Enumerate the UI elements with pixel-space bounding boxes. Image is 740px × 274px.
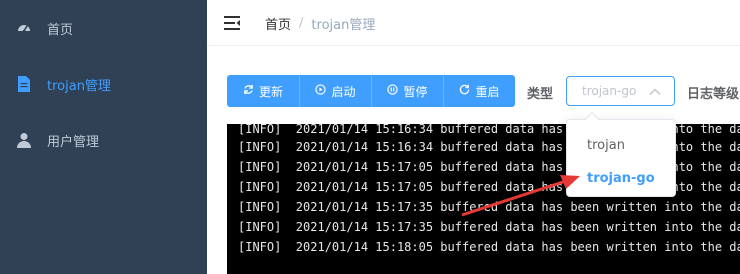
breadcrumb-current: trojan管理 xyxy=(311,18,376,33)
pause-button[interactable]: 暂停 xyxy=(372,75,444,107)
log-line: [INFO] 2021/01/14 15:17:35 buffered data… xyxy=(238,200,740,214)
header: 首页 / trojan管理 xyxy=(207,0,740,46)
start-button[interactable]: 启动 xyxy=(300,75,372,107)
restart-icon xyxy=(459,84,470,98)
breadcrumb-home[interactable]: 首页 xyxy=(265,14,291,33)
start-button-label: 启动 xyxy=(331,84,356,99)
update-button[interactable]: 更新 xyxy=(227,75,300,107)
type-select-value: trojan-go xyxy=(582,84,637,98)
update-button-label: 更新 xyxy=(258,84,283,99)
type-label: 类型 xyxy=(527,87,554,102)
pause-button-label: 暂停 xyxy=(403,84,428,99)
sidebar: 首页 trojan管理 用户管理 xyxy=(0,0,207,274)
document-icon xyxy=(16,76,32,92)
sidebar-item-trojan[interactable]: trojan管理 xyxy=(0,56,207,112)
refresh-icon xyxy=(243,84,254,98)
dropdown-caret xyxy=(584,111,600,127)
type-dropdown: trojan trojan-go xyxy=(566,111,676,197)
log-line: [INFO] 2021/01/14 15:18:05 buffered data… xyxy=(238,240,740,254)
dropdown-option-trojan-go[interactable]: trojan-go xyxy=(567,161,675,195)
sidebar-item-home[interactable]: 首页 xyxy=(0,0,207,56)
log-line: [INFO] 2021/01/14 15:17:35 buffered data… xyxy=(238,220,740,234)
sidebar-item-label: trojan管理 xyxy=(47,78,111,94)
restart-button[interactable]: 重启 xyxy=(444,75,515,107)
user-icon xyxy=(16,132,32,148)
sidebar-item-users[interactable]: 用户管理 xyxy=(0,112,207,168)
sidebar-item-label: 首页 xyxy=(47,22,74,38)
dropdown-option-trojan[interactable]: trojan xyxy=(567,128,675,162)
chevron-up-icon xyxy=(648,84,662,98)
sidebar-item-label: 用户管理 xyxy=(47,134,100,150)
hamburger-icon[interactable] xyxy=(223,14,241,32)
play-icon xyxy=(315,84,327,98)
breadcrumb: 首页 / trojan管理 xyxy=(265,14,375,33)
restart-button-label: 重启 xyxy=(475,84,500,99)
type-select[interactable]: trojan-go xyxy=(566,76,675,106)
log-level-label: 日志等级 xyxy=(687,87,740,102)
dashboard-icon xyxy=(16,20,32,36)
control-button-group: 更新 启动 暂停 重启 xyxy=(227,75,515,107)
breadcrumb-separator: / xyxy=(299,16,304,31)
pause-icon xyxy=(387,84,399,98)
